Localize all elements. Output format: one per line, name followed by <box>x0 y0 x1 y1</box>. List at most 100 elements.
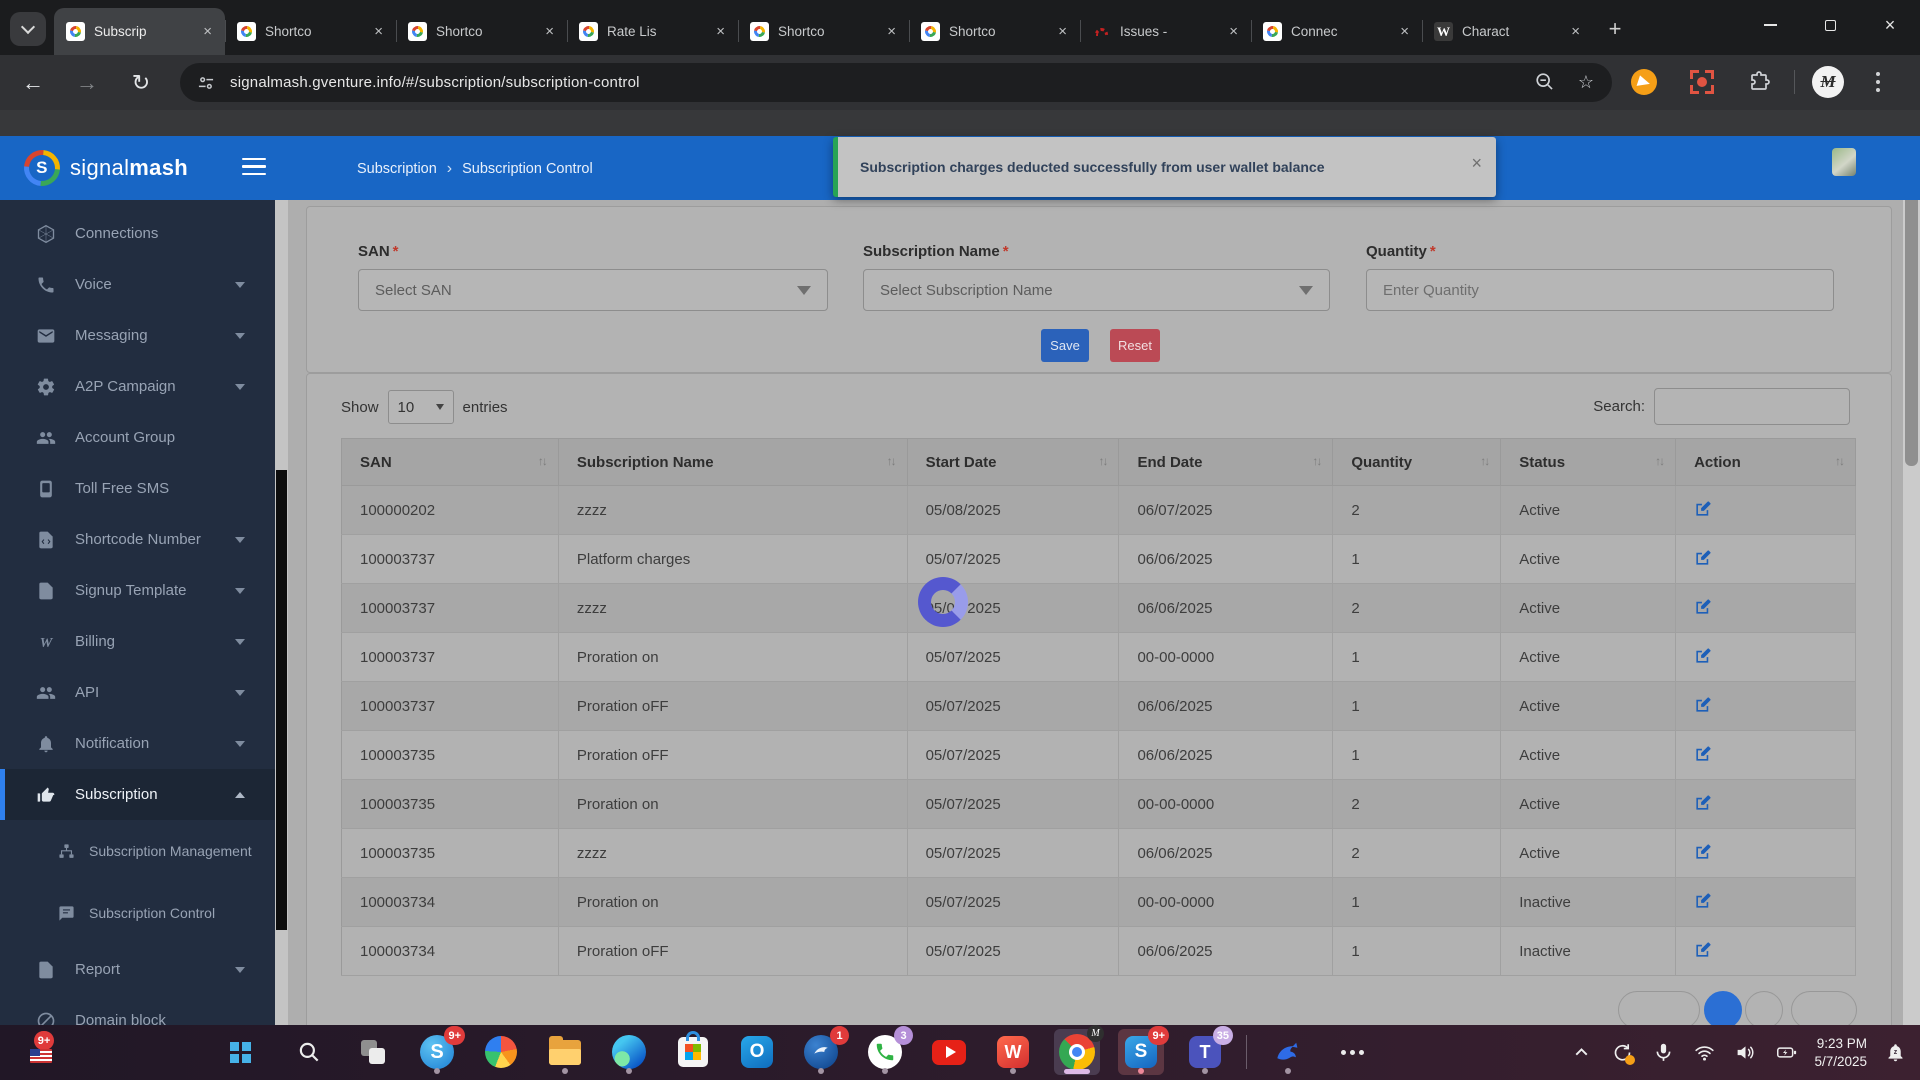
bookmark-star-icon[interactable]: ☆ <box>1578 72 1594 93</box>
maximize-icon[interactable] <box>1800 0 1860 50</box>
sort-icon[interactable]: ↑↓ <box>887 454 895 468</box>
sidebar-item-report[interactable]: Report <box>0 944 275 995</box>
taskbar-teams-icon[interactable]: T35 <box>1182 1029 1228 1075</box>
quantity-input[interactable]: Enter Quantity <box>1366 269 1834 311</box>
edit-icon[interactable] <box>1694 554 1713 571</box>
column-header-quantity[interactable]: Quantity↑↓ <box>1333 439 1501 486</box>
forward-icon[interactable]: → <box>70 67 104 99</box>
pagination-previous-button[interactable] <box>1618 991 1700 1025</box>
sidebar-item-voice[interactable]: Voice <box>0 259 275 310</box>
close-icon[interactable]: × <box>1860 0 1920 50</box>
sort-icon[interactable]: ↑↓ <box>1655 454 1663 468</box>
tab-close-icon[interactable]: × <box>884 23 899 40</box>
browser-tab[interactable]: Shortco× <box>909 8 1080 55</box>
sidebar-item-account-group[interactable]: Account Group <box>0 412 275 463</box>
edit-icon[interactable] <box>1694 799 1713 816</box>
edit-icon[interactable] <box>1694 652 1713 669</box>
tab-close-icon[interactable]: × <box>1055 23 1070 40</box>
sidebar-item-toll-free-sms[interactable]: Toll Free SMS <box>0 463 275 514</box>
taskbar-chrome-icon[interactable]: M <box>1054 1029 1100 1075</box>
sidebar-item-billing[interactable]: WBilling <box>0 616 275 667</box>
sidebar-item-signup-template[interactable]: Signup Template <box>0 565 275 616</box>
save-button[interactable]: Save <box>1041 329 1089 362</box>
browser-tab[interactable]: Shortco× <box>396 8 567 55</box>
sort-icon[interactable]: ↑↓ <box>538 454 546 468</box>
column-header-san[interactable]: SAN↑↓ <box>342 439 559 486</box>
tab-close-icon[interactable]: × <box>1568 23 1583 40</box>
tray-chevron-up-icon[interactable] <box>1564 1035 1598 1071</box>
sync-icon[interactable] <box>1605 1035 1639 1071</box>
sidebar-item-a2p-campaign[interactable]: A2P Campaign <box>0 361 275 412</box>
extension-icon-orange[interactable] <box>1630 68 1658 96</box>
edit-icon[interactable] <box>1694 505 1713 522</box>
sort-icon[interactable]: ↑↓ <box>1312 454 1320 468</box>
sort-icon[interactable]: ↑↓ <box>1835 454 1843 468</box>
taskbar-edge-icon[interactable] <box>606 1029 652 1075</box>
sidebar-item-domain-block[interactable]: Domain block <box>0 995 275 1025</box>
breadcrumb-section[interactable]: Subscription <box>357 161 437 177</box>
user-avatar[interactable] <box>1832 148 1856 176</box>
page-size-select[interactable]: 10 <box>388 390 454 424</box>
subscription-name-select[interactable]: Select Subscription Name <box>863 269 1330 311</box>
zoom-icon[interactable] <box>1534 71 1556 98</box>
browser-tab[interactable]: Shortco× <box>225 8 396 55</box>
taskbar-wps-office-icon[interactable]: W <box>990 1029 1036 1075</box>
sidebar-item-subscription-control[interactable]: Subscription Control <box>0 882 275 944</box>
taskbar-skype-icon[interactable]: S9+ <box>414 1029 460 1075</box>
taskbar-copilot-icon[interactable] <box>478 1029 524 1075</box>
pagination-next-button[interactable] <box>1791 991 1857 1025</box>
sidebar-item-subscription-management[interactable]: Subscription Management <box>0 820 275 882</box>
new-tab-button[interactable]: + <box>1600 14 1630 44</box>
column-header-status[interactable]: Status↑↓ <box>1501 439 1676 486</box>
notification-bell-icon[interactable]: z <box>1878 1035 1912 1071</box>
sidebar-scrollbar[interactable] <box>275 200 288 1025</box>
sort-icon[interactable]: ↑↓ <box>1098 454 1106 468</box>
reset-button[interactable]: Reset <box>1110 329 1160 362</box>
page-scrollbar-thumb[interactable] <box>1905 166 1918 466</box>
pagination-page-1-button[interactable] <box>1704 991 1742 1025</box>
edit-icon[interactable] <box>1694 750 1713 767</box>
browser-tab[interactable]: Rate Lis× <box>567 8 738 55</box>
edit-icon[interactable] <box>1694 897 1713 914</box>
volume-icon[interactable] <box>1728 1035 1762 1071</box>
column-header-action[interactable]: Action↑↓ <box>1676 439 1856 486</box>
sidebar-item-api[interactable]: API <box>0 667 275 718</box>
browser-tab[interactable]: Subscrip× <box>54 8 225 55</box>
column-header-start-date[interactable]: Start Date↑↓ <box>907 439 1119 486</box>
address-bar[interactable]: signalmash.gventure.info/#/subscription/… <box>180 63 1612 102</box>
minimize-icon[interactable] <box>1740 0 1800 50</box>
taskbar-start-button-icon[interactable] <box>222 1029 268 1075</box>
hamburger-menu-icon[interactable] <box>242 158 266 175</box>
tab-close-icon[interactable]: × <box>1226 23 1241 40</box>
taskbar-search-taskbar-icon[interactable] <box>286 1029 332 1075</box>
column-header-end-date[interactable]: End Date↑↓ <box>1119 439 1333 486</box>
tab-search-button[interactable] <box>10 12 46 46</box>
sidebar-item-connections[interactable]: Connections <box>0 208 275 259</box>
taskbar-dolphin-icon[interactable] <box>1265 1029 1311 1075</box>
taskbar-s-messenger-icon[interactable]: S9+ <box>1118 1029 1164 1075</box>
taskbar-file-explorer-icon[interactable] <box>542 1029 588 1075</box>
taskbar-clock[interactable]: 9:23 PM 5/7/2025 <box>1814 1035 1867 1070</box>
page-scrollbar[interactable] <box>1903 136 1920 1025</box>
browser-tab[interactable]: Shortco× <box>738 8 909 55</box>
tab-close-icon[interactable]: × <box>542 23 557 40</box>
taskbar-corner-widget[interactable]: 9+ <box>24 1033 64 1073</box>
site-info-icon[interactable] <box>196 73 216 93</box>
tab-close-icon[interactable]: × <box>1397 23 1412 40</box>
battery-icon[interactable] <box>1769 1035 1803 1071</box>
sidebar-item-notification[interactable]: Notification <box>0 718 275 769</box>
edit-icon[interactable] <box>1694 848 1713 865</box>
edit-icon[interactable] <box>1694 603 1713 620</box>
back-icon[interactable]: ← <box>16 67 50 99</box>
screen-recorder-extension-icon[interactable] <box>1688 68 1716 96</box>
tab-close-icon[interactable]: × <box>713 23 728 40</box>
taskbar-whatsapp-icon[interactable]: 3 <box>862 1029 908 1075</box>
extensions-puzzle-icon[interactable] <box>1745 68 1773 96</box>
taskbar-more-apps-icon[interactable] <box>1329 1029 1375 1075</box>
san-select[interactable]: Select SAN <box>358 269 828 311</box>
browser-profile-avatar[interactable]: M <box>1812 66 1844 98</box>
signalmash-logo[interactable]: S signalmash <box>24 150 188 186</box>
taskbar-outlook-icon[interactable]: O <box>734 1029 780 1075</box>
browser-tab[interactable]: WCharact× <box>1422 8 1593 55</box>
sidebar-item-messaging[interactable]: Messaging <box>0 310 275 361</box>
